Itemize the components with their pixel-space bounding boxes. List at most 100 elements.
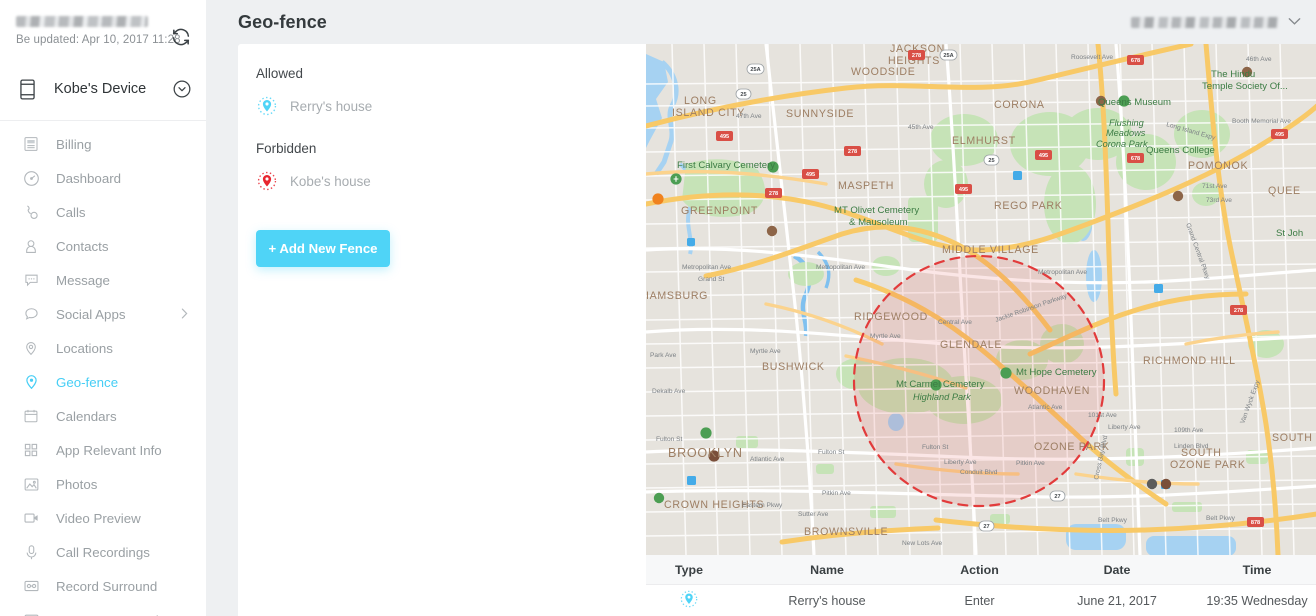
svg-text:GREENPOINT: GREENPOINT <box>681 205 758 217</box>
column-header-type: Type <box>646 563 732 577</box>
sidebar-item-photos[interactable]: Photos <box>0 467 206 501</box>
sidebar-item-geo-fence[interactable]: Geo-fence <box>0 365 206 399</box>
sidebar-divider <box>0 120 206 121</box>
svg-text:Fulton St: Fulton St <box>818 449 845 456</box>
svg-text:ELMHURST: ELMHURST <box>952 135 1016 147</box>
sidebar-item-label: Calendars <box>56 409 117 424</box>
row-date-cell: June 21, 2017 <box>1037 594 1197 608</box>
svg-text:Park Ave: Park Ave <box>650 352 677 359</box>
svg-text:Atlantic Ave: Atlantic Ave <box>750 456 785 463</box>
sidebar-item-label: Calls <box>56 205 86 220</box>
svg-text:Liberty Ave: Liberty Ave <box>1108 424 1141 431</box>
sidebar-item-social-apps[interactable]: Social Apps <box>0 297 206 331</box>
sidebar-item-label: Video Preview <box>56 511 141 526</box>
fence-item-forbidden[interactable]: Kobe's house <box>256 169 646 193</box>
add-new-fence-button[interactable]: + Add New Fence <box>256 230 390 267</box>
sidebar-item-record-surround[interactable]: Record Surround <box>0 569 206 603</box>
column-header-time: Time <box>1197 563 1316 577</box>
account-menu[interactable] <box>1131 13 1301 31</box>
row-action-cell: Enter <box>922 594 1037 608</box>
phone-icon <box>16 79 38 100</box>
sidebar-item-calendars[interactable]: Calendars <box>0 399 206 433</box>
map-and-log-column: .rd-m{stroke:#ffffff;stroke-width:3.2;fi… <box>646 44 1316 616</box>
sidebar-item-app-relevant-info[interactable]: App Relevant Info <box>0 433 206 467</box>
photo-icon <box>20 474 42 494</box>
main-area: Geo-fence Allowed <box>206 0 1316 616</box>
fence-name: Kobe's house <box>290 174 371 189</box>
svg-text:25: 25 <box>988 158 994 164</box>
sidebar-item-message[interactable]: Message <box>0 263 206 297</box>
svg-text:MT Olivet Cemetery: MT Olivet Cemetery <box>834 205 919 216</box>
topbar: Geo-fence <box>206 0 1316 44</box>
svg-text:Pitkin Ave: Pitkin Ave <box>822 490 851 497</box>
svg-text:278: 278 <box>848 149 857 155</box>
svg-text:Belt Pkwy: Belt Pkwy <box>1098 517 1128 524</box>
account-email-redacted <box>16 16 148 27</box>
svg-text:495: 495 <box>806 172 815 178</box>
chevron-down-icon[interactable] <box>1288 13 1301 31</box>
svg-text:Roosevelt Ave: Roosevelt Ave <box>1071 54 1113 61</box>
svg-text:Metropolitan Ave: Metropolitan Ave <box>1038 269 1087 276</box>
sidebar-item-label: Dashboard <box>56 171 121 186</box>
map-canvas[interactable]: .rd-m{stroke:#ffffff;stroke-width:3.2;fi… <box>646 44 1316 555</box>
svg-text:ISLAND CITY: ISLAND CITY <box>672 107 745 119</box>
sidebar-item-locations[interactable]: Locations <box>0 331 206 365</box>
svg-text:First Calvary Cemetery: First Calvary Cemetery <box>677 160 775 171</box>
table-row[interactable]: Rerry's house Enter June 21, 2017 19:35 … <box>646 585 1316 616</box>
svg-text:Myrtle Ave: Myrtle Ave <box>870 333 901 340</box>
svg-text:Dekalb Ave: Dekalb Ave <box>652 388 686 395</box>
svg-text:New Lots Ave: New Lots Ave <box>902 540 943 547</box>
svg-text:27: 27 <box>983 524 989 530</box>
svg-text:Pitkin Ave: Pitkin Ave <box>1016 460 1045 467</box>
svg-text:278: 278 <box>1234 308 1243 314</box>
svg-text:Temple Society Of...: Temple Society Of... <box>1202 81 1288 92</box>
recorder-icon <box>20 576 42 596</box>
account-updated-label: Be updated: Apr 10, 2017 11:28 <box>16 34 190 46</box>
row-name-cell: Rerry's house <box>732 594 922 608</box>
sidebar-item-calls[interactable]: Calls <box>0 195 206 229</box>
svg-text:OZONE PARK: OZONE PARK <box>1170 459 1246 471</box>
svg-text:RICHMOND HILL: RICHMOND HILL <box>1143 355 1236 367</box>
svg-text:46th Ave: 46th Ave <box>1246 56 1272 63</box>
svg-text:BROWNSVILLE: BROWNSVILLE <box>804 526 888 538</box>
sidebar-item-billing[interactable]: Billing <box>0 127 206 161</box>
sidebar-item-dashboard[interactable]: Dashboard <box>0 161 206 195</box>
table-header-row: Type Name Action Date Time <box>646 555 1316 585</box>
svg-text:LONG: LONG <box>684 95 717 107</box>
device-selector[interactable]: Kobe's Device <box>0 62 206 116</box>
geofence-pin-blue-icon <box>679 589 699 612</box>
svg-text:WOODHAVEN: WOODHAVEN <box>1014 385 1090 397</box>
geofence-pin-red-icon <box>256 170 278 192</box>
chevron-down-circle-icon[interactable] <box>172 79 192 99</box>
fence-item-allowed[interactable]: Rerry's house <box>256 94 646 118</box>
svg-text:GLENDALE: GLENDALE <box>940 339 1002 351</box>
chat-bubble-icon <box>20 304 42 324</box>
svg-text:Belt Pkwy: Belt Pkwy <box>1206 515 1236 522</box>
svg-text:101st Ave: 101st Ave <box>1088 412 1117 419</box>
geofence-pin-icon <box>20 372 42 392</box>
video-camera-icon <box>20 508 42 528</box>
calendar-icon <box>20 406 42 426</box>
svg-text:Metropolitan Ave: Metropolitan Ave <box>682 264 731 271</box>
svg-text:WOODSIDE: WOODSIDE <box>851 66 915 78</box>
svg-text:Fulton St: Fulton St <box>656 436 683 443</box>
svg-text:Eastern Pkwy: Eastern Pkwy <box>742 502 783 509</box>
svg-text:Queens Museum: Queens Museum <box>1098 97 1171 108</box>
sidebar-item-video-preview[interactable]: Video Preview <box>0 501 206 535</box>
svg-text:CORONA: CORONA <box>994 99 1045 111</box>
sidebar-item-call-recordings[interactable]: Call Recordings <box>0 535 206 569</box>
svg-text:BROOKLYN: BROOKLYN <box>668 446 743 460</box>
svg-text:Queens College: Queens College <box>1146 145 1215 156</box>
map-view[interactable]: .rd-m{stroke:#ffffff;stroke-width:3.2;fi… <box>646 44 1316 555</box>
svg-text:MASPETH: MASPETH <box>838 180 894 192</box>
svg-text:Mt Carmel Cemetery: Mt Carmel Cemetery <box>896 379 985 390</box>
refresh-icon[interactable] <box>170 26 192 48</box>
sidebar-item-contacts[interactable]: Contacts <box>0 229 206 263</box>
geofence-log-table: Type Name Action Date Time <box>646 555 1316 616</box>
column-header-action: Action <box>922 563 1037 577</box>
sidebar-item-capture-screenshots[interactable]: Capture Screenshots <box>0 603 206 616</box>
sidebar-item-label: App Relevant Info <box>56 443 162 458</box>
svg-text:Conduit Blvd: Conduit Blvd <box>960 469 998 476</box>
svg-text:SUNNYSIDE: SUNNYSIDE <box>786 108 854 120</box>
svg-text:Atlantic Ave: Atlantic Ave <box>1028 404 1063 411</box>
